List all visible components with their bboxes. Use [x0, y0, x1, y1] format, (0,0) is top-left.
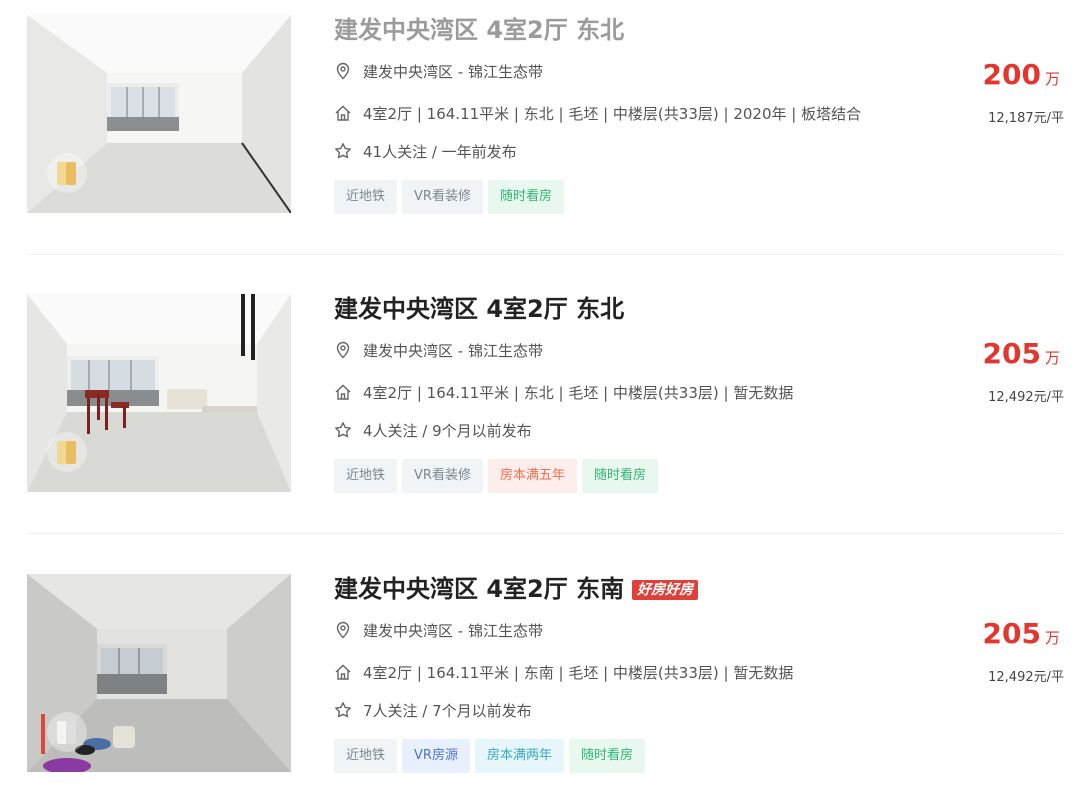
tag-list: 近地铁 VR看装修 随时看房 — [334, 180, 569, 214]
vr-badge-icon — [47, 432, 87, 472]
good-house-badge: 好房好房 — [632, 580, 699, 600]
location-pin-icon — [336, 621, 350, 639]
listing-photo[interactable] — [27, 294, 291, 492]
house-info: 4室2厅 | 164.11平米 | 东北 | 毛坯 | 中楼层(共33层) | … — [363, 105, 862, 123]
house-info: 4室2厅 | 164.11平米 | 东北 | 毛坯 | 中楼层(共33层) | … — [363, 384, 794, 402]
tag-list: 近地铁 VR房源 房本满两年 随时看房 — [334, 739, 650, 773]
tag-viewing: 随时看房 — [568, 739, 645, 773]
location-pin-icon — [336, 62, 350, 80]
total-price: 205 万 — [982, 617, 1060, 650]
location-row: 建发中央湾区 - 锦江生态带 — [334, 621, 543, 641]
star-icon — [335, 702, 351, 718]
follow-row: 41人关注 / 一年前发布 — [334, 142, 517, 162]
star-icon — [335, 143, 351, 159]
total-price: 205 万 — [982, 337, 1060, 370]
tag-vr: VR房源 — [402, 739, 470, 773]
unit-price: 12,492元/平 — [988, 390, 1064, 405]
community-link[interactable]: 建发中央湾区 — [363, 63, 453, 81]
listing-title[interactable]: 建发中央湾区 4室2厅 东北 — [334, 15, 624, 45]
total-price: 200 万 — [982, 58, 1060, 91]
house-icon — [335, 664, 351, 680]
vr-badge-icon — [47, 712, 87, 752]
house-info-row: 4室2厅 | 164.11平米 | 东北 | 毛坯 | 中楼层(共33层) | … — [334, 383, 793, 403]
location-row: 建发中央湾区 - 锦江生态带 — [334, 62, 543, 82]
divider — [27, 254, 1063, 255]
listing-title[interactable]: 建发中央湾区 4室2厅 东北 — [334, 294, 624, 324]
house-info-row: 4室2厅 | 164.11平米 | 东北 | 毛坯 | 中楼层(共33层) | … — [334, 104, 861, 124]
community-link[interactable]: 建发中央湾区 — [363, 342, 453, 360]
listing-card: 建发中央湾区 4室2厅 东南 好房好房 建发中央湾区 - 锦江生态带 4室2厅 |… — [0, 574, 1080, 774]
tag-near-subway: 近地铁 — [334, 180, 398, 214]
tag-viewing: 随时看房 — [487, 180, 564, 214]
listing-photo[interactable] — [27, 15, 291, 213]
listing-card: 建发中央湾区 4室2厅 东北 建发中央湾区 - 锦江生态带 4室2厅 | 164… — [0, 294, 1080, 494]
follow-row: 4人关注 / 9个月以前发布 — [334, 421, 532, 441]
tag-vr: VR看装修 — [402, 459, 483, 493]
tag-viewing: 随时看房 — [581, 459, 658, 493]
listing-title[interactable]: 建发中央湾区 4室2厅 东南 好房好房 — [334, 574, 699, 604]
community-link[interactable]: 建发中央湾区 — [363, 622, 453, 640]
follow-info: 41人关注 / 一年前发布 — [363, 143, 517, 161]
location-pin-icon — [336, 341, 350, 359]
follow-info: 7人关注 / 7个月以前发布 — [363, 702, 532, 720]
area-link[interactable]: 锦江生态带 — [468, 342, 543, 360]
star-icon — [335, 422, 351, 438]
house-info-row: 4室2厅 | 164.11平米 | 东南 | 毛坯 | 中楼层(共33层) | … — [334, 663, 793, 683]
vr-badge-icon — [47, 153, 87, 193]
tag-two-years: 房本满两年 — [474, 739, 564, 773]
follow-row: 7人关注 / 7个月以前发布 — [334, 701, 532, 721]
area-link[interactable]: 锦江生态带 — [468, 622, 543, 640]
tag-near-subway: 近地铁 — [334, 459, 398, 493]
location-row: 建发中央湾区 - 锦江生态带 — [334, 341, 543, 361]
tag-list: 近地铁 VR看装修 房本满五年 随时看房 — [334, 459, 663, 493]
area-link[interactable]: 锦江生态带 — [468, 63, 543, 81]
house-info: 4室2厅 | 164.11平米 | 东南 | 毛坯 | 中楼层(共33层) | … — [363, 664, 794, 682]
divider — [27, 533, 1063, 534]
tag-near-subway: 近地铁 — [334, 739, 398, 773]
unit-price: 12,492元/平 — [988, 670, 1064, 685]
unit-price: 12,187元/平 — [988, 111, 1064, 126]
house-icon — [335, 384, 351, 400]
follow-info: 4人关注 / 9个月以前发布 — [363, 422, 532, 440]
house-icon — [335, 105, 351, 121]
tag-vr: VR看装修 — [402, 180, 483, 214]
listing-card: 建发中央湾区 4室2厅 东北 建发中央湾区 - 锦江生态带 4室2厅 | 164… — [0, 15, 1080, 215]
tag-five-years: 房本满五年 — [487, 459, 577, 493]
listing-photo[interactable] — [27, 574, 291, 772]
